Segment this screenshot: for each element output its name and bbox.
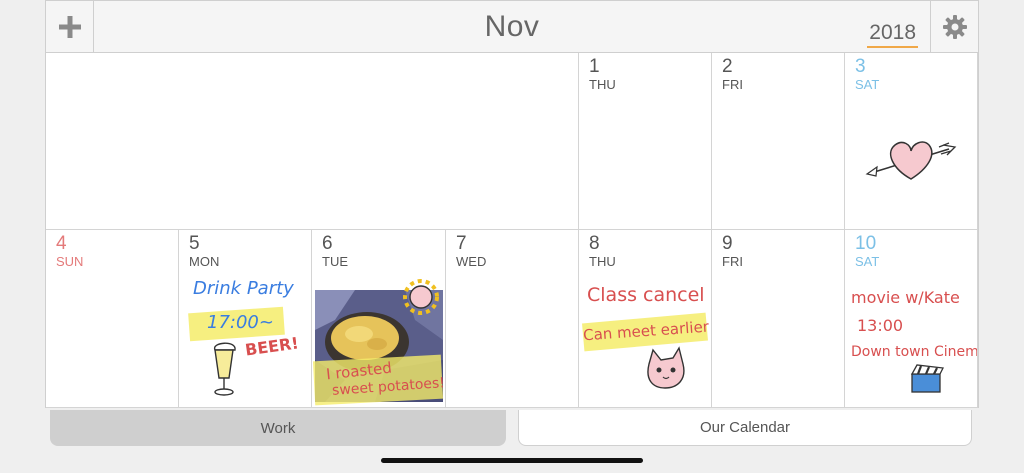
calendar-tabs: Work Our Calendar (45, 408, 977, 448)
day-cell-7[interactable]: 7 WED (446, 230, 579, 408)
clapperboard-sticker (910, 364, 944, 393)
settings-button[interactable] (930, 1, 978, 53)
month-title: Nov (484, 10, 540, 43)
beer-glass-sticker (214, 342, 236, 396)
day-cell-2[interactable]: 2 FRI (712, 53, 845, 230)
day-name: WED (456, 254, 487, 269)
heart-arrow-sticker (865, 141, 957, 180)
day-name: SAT (855, 77, 880, 92)
day-name: FRI (722, 254, 743, 269)
note-time: 17:00~ (207, 312, 274, 333)
day-number: 1 (589, 56, 600, 77)
day-number: 2 (722, 56, 733, 77)
day-cell-3[interactable]: 3 SAT (845, 53, 978, 230)
note-class-cancel: Class cancel (587, 284, 705, 306)
day-number: 3 (855, 56, 866, 77)
day-number: 10 (855, 233, 877, 254)
day-name: SAT (855, 254, 880, 269)
month-grid: 1 THU 2 FRI 3 SAT 4 SUN 5 MON Drink Part… (46, 53, 978, 408)
note-drink-party: Drink Party (193, 278, 294, 299)
day-cell-8[interactable]: 8 THU Class cancel Can meet earlier (579, 230, 712, 408)
day-cell-1[interactable]: 1 THU (579, 53, 712, 230)
sun-sticker (403, 279, 439, 315)
day-name: SUN (56, 254, 84, 269)
calendar-header: Nov 2018 (46, 0, 978, 53)
day-name: MON (189, 254, 220, 269)
year-label[interactable]: 2018 (867, 21, 918, 48)
day-cell-5[interactable]: 5 MON Drink Party 17:00~ BEER! (179, 230, 312, 408)
day-name: THU (589, 77, 616, 92)
note-movie-time: 13:00 (857, 316, 904, 335)
note-beer: BEER! (243, 333, 300, 360)
empty-days-area (46, 53, 579, 230)
day-cell-6[interactable]: 6 TUE I roasted sweet potatoes! (312, 230, 446, 408)
note-movie: movie w/Kate (851, 288, 960, 307)
calendar-app: Nov 2018 1 THU 2 FRI 3 SAT 4 SUN 5 MON D… (45, 0, 979, 408)
gear-icon (942, 15, 967, 39)
home-indicator[interactable] (381, 458, 643, 463)
day-number: 6 (322, 233, 333, 254)
tab-work[interactable]: Work (50, 410, 506, 446)
note-cinema: Down town Cinema (851, 344, 978, 360)
day-number: 8 (589, 233, 600, 254)
day-name: TUE (322, 254, 348, 269)
day-name: THU (589, 254, 616, 269)
day-cell-4[interactable]: 4 SUN (46, 230, 179, 408)
day-cell-10[interactable]: 10 SAT movie w/Kate 13:00 Down town Cine… (845, 230, 978, 408)
day-name: FRI (722, 77, 743, 92)
day-number: 5 (189, 233, 200, 254)
cat-sticker (647, 346, 685, 389)
day-number: 4 (56, 233, 67, 254)
day-number: 9 (722, 233, 733, 254)
day-number: 7 (456, 233, 467, 254)
day-cell-9[interactable]: 9 FRI (712, 230, 845, 408)
tab-our-calendar[interactable]: Our Calendar (518, 410, 972, 446)
